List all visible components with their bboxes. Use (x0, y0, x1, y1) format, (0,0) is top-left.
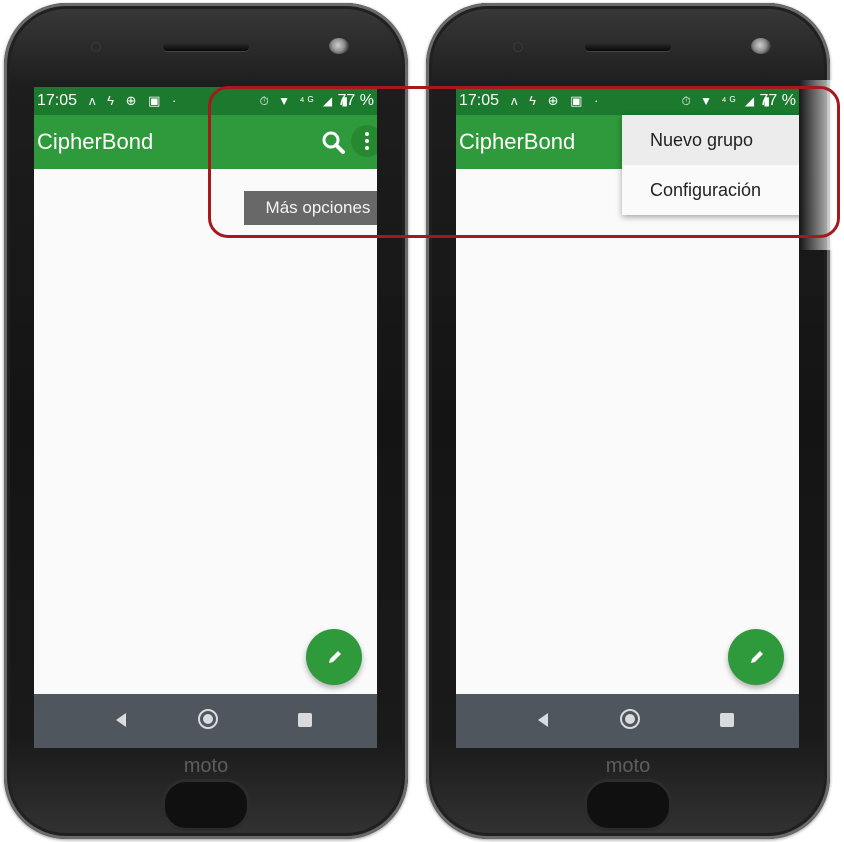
compose-fab[interactable] (306, 629, 362, 685)
front-camera (751, 38, 771, 54)
screen: 17:05 ʌ ϟ ⊕ ▣ · ⏱ ▼ ⁴ᴳ ◢ ▮ 77 % CipherBo… (34, 87, 377, 748)
proximity-sensor (514, 43, 522, 51)
earpiece (163, 43, 249, 51)
home-icon[interactable] (620, 709, 640, 729)
status-time: 17:05 (37, 92, 78, 109)
notification-icons: ʌ ϟ ⊕ ▣ · (89, 93, 181, 108)
pencil-icon (751, 651, 763, 663)
menu-item-settings[interactable]: Configuración (622, 165, 799, 215)
battery-level: 77 % (759, 92, 796, 109)
home-icon[interactable] (198, 709, 218, 729)
recents-icon[interactable] (720, 713, 734, 727)
proximity-sensor (92, 43, 100, 51)
back-icon[interactable] (114, 712, 128, 728)
stage: 17:05 ʌ ϟ ⊕ ▣ · ⏱ ▼ ⁴ᴳ ◢ ▮ 77 % CipherBo… (0, 0, 844, 842)
app-bar: CipherBond (34, 115, 377, 169)
pencil-icon (329, 651, 341, 663)
status-bar: 17:05 ʌ ϟ ⊕ ▣ · ⏱ ▼ ⁴ᴳ ◢ ▮ 77 % (456, 87, 799, 115)
notification-icons: ʌ ϟ ⊕ ▣ · (511, 93, 603, 108)
nav-bar (34, 694, 377, 748)
front-camera (329, 38, 349, 54)
fingerprint-key[interactable] (162, 779, 250, 831)
left-phone: 17:05 ʌ ϟ ⊕ ▣ · ⏱ ▼ ⁴ᴳ ◢ ▮ 77 % CipherBo… (4, 3, 408, 839)
nav-bar (456, 694, 799, 748)
fingerprint-key[interactable] (584, 779, 672, 831)
recents-icon[interactable] (298, 713, 312, 727)
brand-logo: moto (183, 755, 229, 777)
battery-level: 77 % (337, 92, 374, 109)
earpiece (585, 43, 671, 51)
back-icon[interactable] (536, 712, 550, 728)
screen: 17:05 ʌ ϟ ⊕ ▣ · ⏱ ▼ ⁴ᴳ ◢ ▮ 77 % CipherBo… (456, 87, 799, 748)
overflow-menu: Nuevo grupo Configuración (622, 115, 799, 215)
app-title: CipherBond (37, 129, 154, 154)
more-options-tooltip: Más opciones (244, 191, 377, 225)
compose-fab[interactable] (728, 629, 784, 685)
brand-logo: moto (605, 755, 651, 777)
menu-item-label: Nuevo grupo (650, 130, 754, 150)
menu-item-new-group[interactable]: Nuevo grupo (622, 115, 799, 165)
status-bar: 17:05 ʌ ϟ ⊕ ▣ · ⏱ ▼ ⁴ᴳ ◢ ▮ 77 % (34, 87, 377, 115)
right-phone: 17:05 ʌ ϟ ⊕ ▣ · ⏱ ▼ ⁴ᴳ ◢ ▮ 77 % CipherBo… (426, 3, 830, 839)
search-button[interactable] (318, 127, 348, 157)
search-icon (322, 131, 345, 154)
more-options-button[interactable] (351, 125, 377, 157)
status-time: 17:05 (459, 92, 500, 109)
menu-item-label: Configuración (650, 180, 762, 200)
app-title: CipherBond (459, 129, 576, 154)
